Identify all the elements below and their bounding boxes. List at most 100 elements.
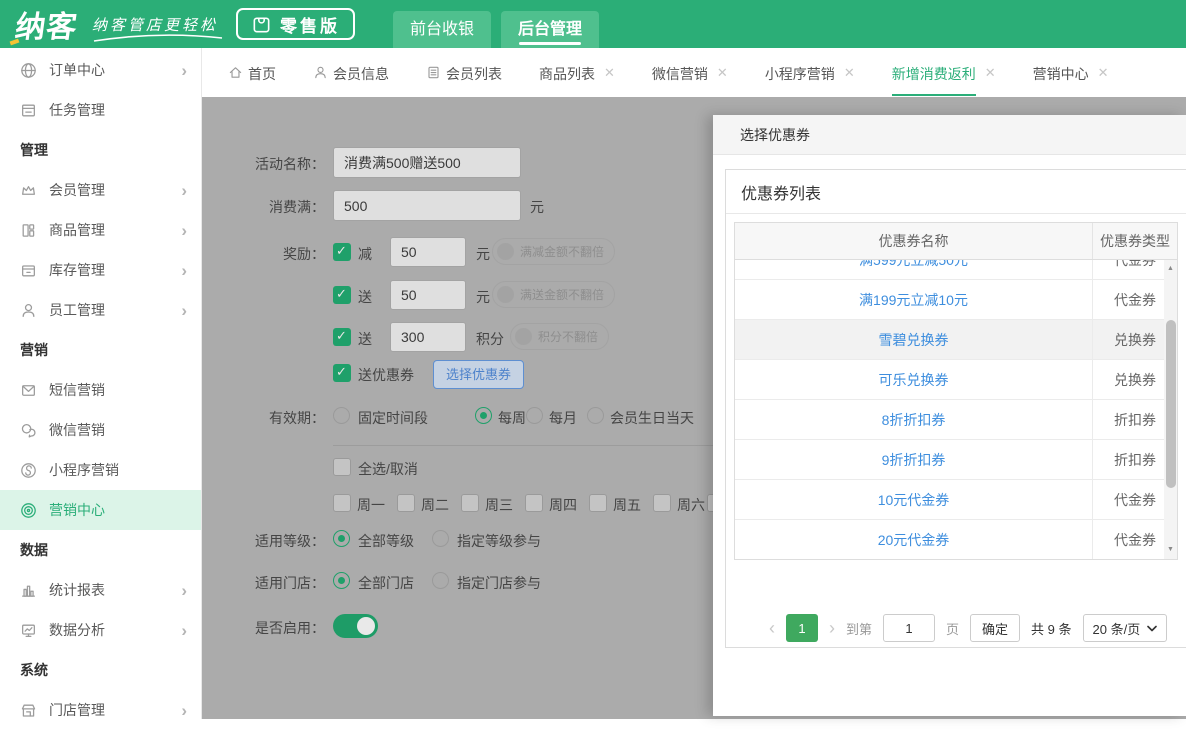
level-specified-radio[interactable] bbox=[432, 530, 449, 547]
deduct-amount-input[interactable] bbox=[390, 237, 466, 267]
current-page-button[interactable]: 1 bbox=[786, 614, 818, 642]
coupon-name-link[interactable]: 满599元立减50元 bbox=[859, 260, 968, 270]
level-all-radio[interactable] bbox=[333, 530, 350, 547]
coupon-name-link[interactable]: 雪碧兑换券 bbox=[879, 330, 949, 350]
inventory-box-icon bbox=[20, 262, 39, 279]
reward-action-label: 送 bbox=[358, 287, 372, 307]
tab-new-consume-rebate[interactable]: 新增消费返利 ✕ bbox=[892, 48, 996, 97]
sidebar-item-marketing-center[interactable]: 营销中心 bbox=[0, 490, 201, 530]
close-icon[interactable]: ✕ bbox=[1098, 65, 1109, 81]
points-amount-input[interactable] bbox=[390, 322, 466, 352]
close-icon[interactable]: ✕ bbox=[844, 65, 855, 81]
table-row[interactable]: 可乐兑换券 兑换券 bbox=[735, 360, 1177, 400]
sidebar-item-member-manage[interactable]: 会员管理 › bbox=[0, 170, 201, 210]
table-row[interactable]: 满599元立减50元 代金券 bbox=[735, 260, 1177, 280]
deduct-no-double-toggle[interactable]: 满减金额不翻倍 bbox=[492, 238, 615, 265]
spend-amount-input[interactable] bbox=[333, 190, 521, 221]
sidebar-item-store-manage[interactable]: 门店管理 › bbox=[0, 690, 201, 730]
nav-backend-manage[interactable]: 后台管理 bbox=[501, 11, 599, 48]
scroll-down-icon[interactable]: ▼ bbox=[1164, 543, 1177, 557]
table-row[interactable]: 20元代金券 代金券 bbox=[735, 520, 1177, 559]
weekday-tue-checkbox[interactable] bbox=[397, 494, 415, 512]
points-no-double-toggle[interactable]: 积分不翻倍 bbox=[510, 323, 609, 350]
reward-give-money-checkbox[interactable] bbox=[333, 286, 351, 304]
give-coupon-label: 送优惠券 bbox=[358, 365, 414, 385]
spend-unit: 元 bbox=[530, 197, 544, 217]
coupon-name-link[interactable]: 20元代金券 bbox=[878, 530, 950, 550]
coupon-name-link[interactable]: 可乐兑换券 bbox=[879, 370, 949, 390]
coupon-name-link[interactable]: 9折折扣券 bbox=[882, 450, 946, 470]
nav-front-cashier[interactable]: 前台收银 bbox=[393, 11, 491, 48]
toggle-knob bbox=[515, 328, 532, 345]
give-no-double-toggle[interactable]: 满送金额不翻倍 bbox=[492, 281, 615, 308]
shopping-bag-icon bbox=[251, 14, 272, 35]
table-row-highlighted[interactable]: 雪碧兑换券 兑换券 bbox=[735, 320, 1177, 360]
weekday-sat-checkbox[interactable] bbox=[653, 494, 671, 512]
toggle-knob bbox=[497, 243, 514, 260]
weekday-wed-checkbox[interactable] bbox=[461, 494, 479, 512]
sidebar-item-wechat-marketing[interactable]: 微信营销 bbox=[0, 410, 201, 450]
enable-toggle[interactable] bbox=[333, 614, 378, 638]
chevron-right-icon: › bbox=[181, 62, 187, 79]
sidebar-item-sms-marketing[interactable]: 短信营销 bbox=[0, 370, 201, 410]
tab-home[interactable]: 首页 bbox=[228, 48, 276, 97]
close-icon[interactable]: ✕ bbox=[604, 65, 615, 81]
chevron-right-icon: › bbox=[181, 182, 187, 199]
give-coupon-checkbox[interactable] bbox=[333, 364, 351, 382]
table-row[interactable]: 10元代金券 代金券 bbox=[735, 480, 1177, 520]
bar-chart-icon bbox=[20, 582, 39, 599]
store-specified-radio[interactable] bbox=[432, 572, 449, 589]
reward-deduct-checkbox[interactable] bbox=[333, 243, 351, 261]
coupon-name-link[interactable]: 8折折扣券 bbox=[882, 410, 946, 430]
scroll-up-icon[interactable]: ▲ bbox=[1164, 262, 1177, 276]
validity-birthday-radio[interactable] bbox=[587, 407, 604, 424]
weekday-fri-checkbox[interactable] bbox=[589, 494, 607, 512]
table-row[interactable]: 8折折扣券 折扣券 bbox=[735, 400, 1177, 440]
close-icon[interactable]: ✕ bbox=[985, 65, 996, 81]
sidebar-item-product-manage[interactable]: 商品管理 › bbox=[0, 210, 201, 250]
goto-page-input[interactable] bbox=[883, 614, 935, 642]
enable-label: 是否启用： bbox=[202, 618, 325, 638]
reward-give-points-checkbox[interactable] bbox=[333, 328, 351, 346]
total-count-label: 共 9 条 bbox=[1031, 619, 1071, 638]
toggle-label: 满送金额不翻倍 bbox=[520, 286, 604, 303]
sidebar-section-marketing: 营销 bbox=[0, 330, 201, 370]
table-scrollbar[interactable]: ▲ ▼ bbox=[1164, 260, 1177, 559]
tab-miniprogram-marketing[interactable]: 小程序营销 ✕ bbox=[765, 48, 855, 97]
sidebar-item-inventory-manage[interactable]: 库存管理 › bbox=[0, 250, 201, 290]
sidebar-item-staff-manage[interactable]: 员工管理 › bbox=[0, 290, 201, 330]
table-row[interactable]: 满199元立减10元 代金券 bbox=[735, 280, 1177, 320]
sidebar-item-data-analysis[interactable]: 数据分析 › bbox=[0, 610, 201, 650]
confirm-page-button[interactable]: 确定 bbox=[970, 614, 1020, 642]
coupon-name-link[interactable]: 10元代金券 bbox=[878, 490, 950, 510]
store-all-radio[interactable] bbox=[333, 572, 350, 589]
page-size-select[interactable]: 20 条/页 bbox=[1083, 614, 1168, 642]
tab-product-list[interactable]: 商品列表 ✕ bbox=[539, 48, 615, 97]
sidebar-item-report[interactable]: 统计报表 › bbox=[0, 570, 201, 610]
sidebar-section-data: 数据 bbox=[0, 530, 201, 570]
weekday-mon-checkbox[interactable] bbox=[333, 494, 351, 512]
select-all-checkbox[interactable] bbox=[333, 458, 351, 476]
coupon-name-link[interactable]: 满199元立减10元 bbox=[859, 290, 968, 310]
slogan-swoosh bbox=[92, 32, 224, 44]
scrollbar-thumb[interactable] bbox=[1166, 320, 1176, 488]
sidebar-item-task-manage[interactable]: 任务管理 bbox=[0, 90, 201, 130]
tab-wechat-marketing[interactable]: 微信营销 ✕ bbox=[652, 48, 728, 97]
give-amount-input[interactable] bbox=[390, 280, 466, 310]
sidebar-item-order-center[interactable]: 订单中心 › bbox=[0, 50, 201, 90]
monitor-chart-icon bbox=[20, 622, 39, 639]
close-icon[interactable]: ✕ bbox=[717, 65, 728, 81]
weekday-thu-checkbox[interactable] bbox=[525, 494, 543, 512]
validity-weekly-radio[interactable] bbox=[475, 407, 492, 424]
sidebar-item-miniprogram-marketing[interactable]: 小程序营销 bbox=[0, 450, 201, 490]
prev-page-icon[interactable]: ‹ bbox=[769, 614, 775, 642]
tab-member-info[interactable]: 会员信息 bbox=[313, 48, 389, 97]
table-row[interactable]: 9折折扣券 折扣券 bbox=[735, 440, 1177, 480]
tab-marketing-center[interactable]: 营销中心 ✕ bbox=[1033, 48, 1109, 97]
choose-coupon-button[interactable]: 选择优惠券 bbox=[433, 360, 524, 389]
validity-monthly-radio[interactable] bbox=[526, 407, 543, 424]
tab-member-list[interactable]: 会员列表 bbox=[426, 48, 502, 97]
next-page-icon[interactable]: › bbox=[829, 614, 835, 642]
activity-name-input[interactable] bbox=[333, 147, 521, 178]
validity-fixed-radio[interactable] bbox=[333, 407, 350, 424]
